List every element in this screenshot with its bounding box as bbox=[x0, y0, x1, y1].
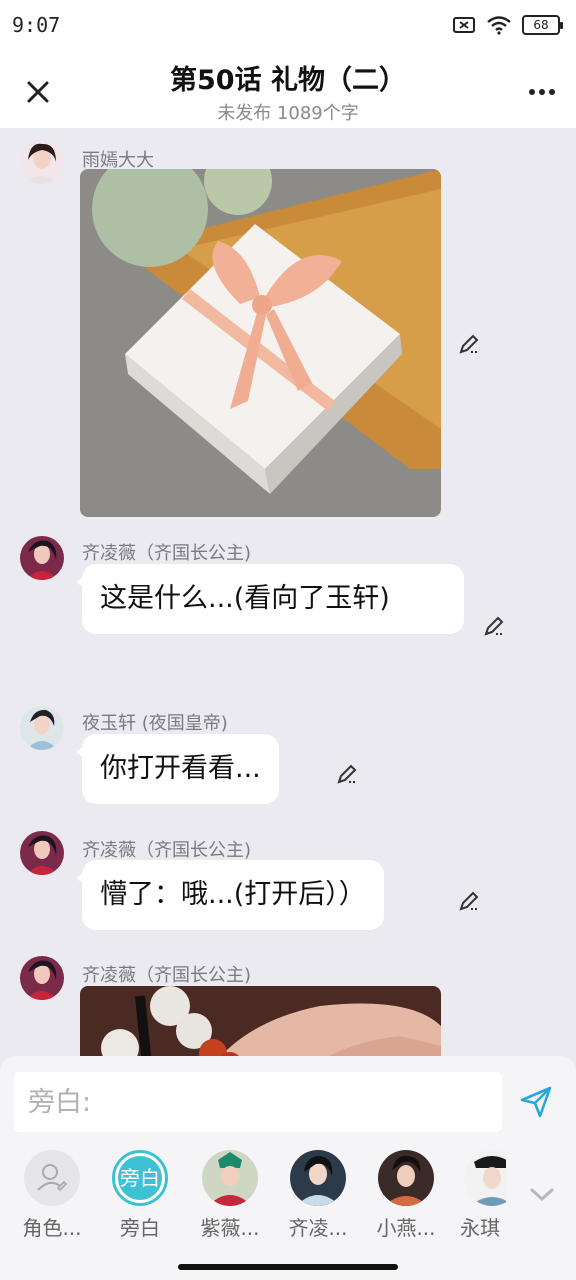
narration-input[interactable] bbox=[14, 1072, 502, 1132]
avatar[interactable] bbox=[20, 831, 64, 875]
message-bubble[interactable]: 懵了：哦...(打开后）） bbox=[76, 860, 384, 930]
status-bar: 9:07 68 bbox=[0, 0, 576, 52]
role-label: 永琪 bbox=[460, 1216, 500, 1240]
message-bubble[interactable]: 你打开看看... bbox=[76, 734, 279, 804]
sim-off-icon bbox=[453, 17, 475, 33]
chevron-down-icon[interactable] bbox=[528, 1184, 556, 1204]
status-icons: 68 bbox=[452, 15, 563, 35]
edit-icon[interactable] bbox=[457, 332, 481, 356]
wifi-icon bbox=[487, 16, 511, 35]
sender-name: 齐凌薇（齐国长公主) bbox=[82, 965, 252, 986]
role-label: 紫薇... bbox=[200, 1216, 260, 1240]
send-icon[interactable] bbox=[518, 1084, 554, 1120]
role-label: 小燕... bbox=[376, 1216, 436, 1240]
edit-icon[interactable] bbox=[335, 762, 359, 786]
battery-indicator: 68 bbox=[522, 15, 563, 35]
avatar[interactable] bbox=[20, 140, 64, 184]
page-title: 第50话 礼物（二） bbox=[170, 65, 406, 96]
role-selector[interactable]: 角色... 旁白 旁白 紫薇... 齐凌... 小燕... 永琪 bbox=[0, 1150, 576, 1250]
composer-panel: 角色... 旁白 旁白 紫薇... 齐凌... 小燕... bbox=[0, 1056, 576, 1280]
avatar bbox=[464, 1150, 506, 1206]
avatar bbox=[290, 1150, 346, 1206]
status-time: 9:07 bbox=[12, 13, 61, 37]
home-indicator[interactable] bbox=[178, 1264, 398, 1270]
role-label: 角色... bbox=[22, 1216, 82, 1240]
role-label: 齐凌... bbox=[288, 1216, 348, 1240]
avatar bbox=[202, 1150, 258, 1206]
avatar[interactable] bbox=[20, 956, 64, 1000]
role-item[interactable]: 小燕... bbox=[366, 1150, 446, 1241]
narration-avatar: 旁白 bbox=[112, 1150, 168, 1206]
role-item-add[interactable]: 角色... bbox=[12, 1150, 92, 1241]
bracelet-image[interactable] bbox=[80, 986, 441, 1058]
avatar[interactable] bbox=[20, 706, 64, 750]
more-options-icon[interactable] bbox=[528, 80, 556, 104]
narration-badge: 旁白 bbox=[118, 1156, 162, 1200]
role-label: 旁白 bbox=[120, 1216, 160, 1240]
role-item-narration[interactable]: 旁白 旁白 bbox=[100, 1150, 180, 1241]
sender-name: 齐凌薇（齐国长公主) bbox=[82, 543, 252, 564]
role-item[interactable]: 齐凌... bbox=[278, 1150, 358, 1241]
message-item: 夜玉轩 (夜国皇帝) 你打开看看... bbox=[0, 698, 576, 828]
role-item[interactable]: 紫薇... bbox=[190, 1150, 270, 1241]
chapter-subtitle: 未发布 1089个字 bbox=[217, 103, 359, 124]
message-item: 雨嫣大大 bbox=[0, 128, 576, 528]
sender-name: 夜玉轩 (夜国皇帝) bbox=[82, 713, 228, 734]
edit-icon[interactable] bbox=[457, 889, 481, 913]
chat-area[interactable]: 雨嫣大大 齐凌薇（齐国长公主) 这是什么...(看向了玉轩) 夜玉轩 (夜国皇帝… bbox=[0, 128, 576, 1058]
add-role-icon bbox=[24, 1150, 80, 1206]
message-item: 齐凌薇（齐国长公主) 懵了：哦...(打开后）） bbox=[0, 828, 576, 953]
avatar bbox=[378, 1150, 434, 1206]
chapter-header: 第50话 礼物（二） 未发布 1089个字 bbox=[0, 52, 576, 128]
edit-icon[interactable] bbox=[482, 614, 506, 638]
gift-box-image[interactable] bbox=[80, 169, 441, 517]
message-item: 齐凌薇（齐国长公主) 这是什么...(看向了玉轩) bbox=[0, 528, 576, 698]
message-item: 齐凌薇（齐国长公主) bbox=[0, 953, 576, 1058]
message-bubble[interactable]: 这是什么...(看向了玉轩) bbox=[76, 564, 464, 634]
avatar[interactable] bbox=[20, 536, 64, 580]
sender-name: 齐凌薇（齐国长公主) bbox=[82, 840, 252, 861]
role-item[interactable]: 永琪 bbox=[446, 1150, 506, 1241]
